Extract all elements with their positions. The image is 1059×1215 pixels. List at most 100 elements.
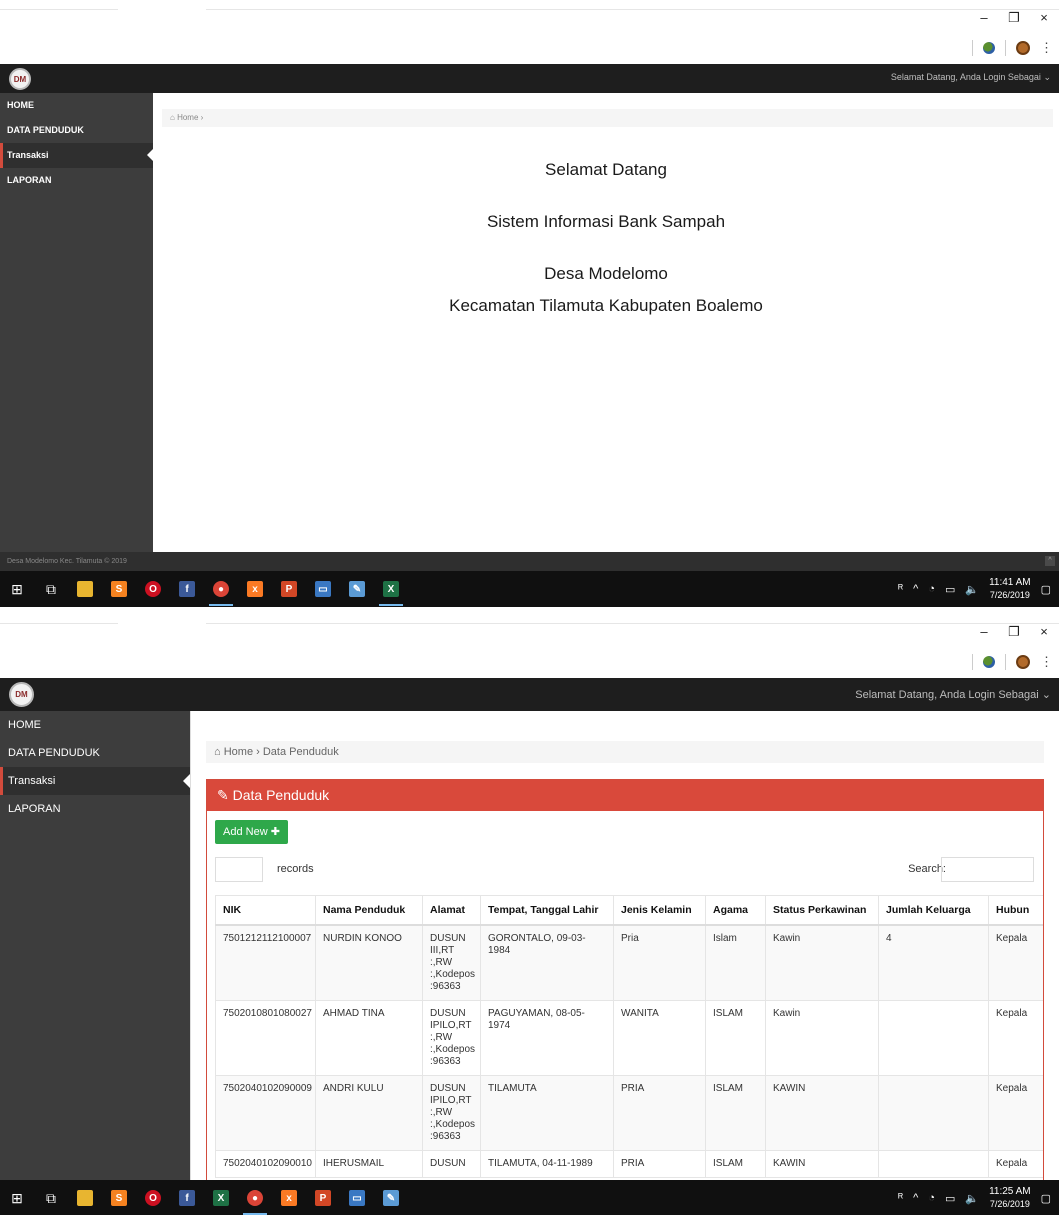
sidebar-item-transaksi[interactable]: Transaksi	[0, 143, 153, 168]
minimize-button[interactable]: –	[969, 624, 999, 640]
notification-icon[interactable]: ▢	[1041, 1192, 1051, 1205]
volume-icon[interactable]: 🔈	[965, 1192, 979, 1205]
chrome-icon[interactable]: ●	[238, 1180, 272, 1215]
scroll-up-icon[interactable]: ^	[1045, 556, 1055, 566]
column-header-status[interactable]: Status Perkawinan	[765, 895, 879, 926]
records-per-page-select[interactable]	[215, 857, 263, 882]
extension-globe-icon[interactable]	[983, 42, 995, 54]
task-view-icon[interactable]: ⧉	[34, 571, 68, 607]
task-view-icon[interactable]: ⧉	[34, 1180, 68, 1215]
facebook-icon[interactable]: f	[170, 571, 204, 607]
sublime-text-icon[interactable]: S	[102, 571, 136, 607]
windows-taskbar: ⊞ ⧉ S O f X ● x P ▭ ✎ ᴿ ^ ◔ ▭ 🔈 11:25 AM…	[0, 1180, 1059, 1215]
opera-icon[interactable]: O	[136, 1180, 170, 1215]
column-header-nik[interactable]: NIK	[215, 895, 316, 926]
extension-bar: ⋮	[972, 40, 1053, 56]
sidebar-item-laporan[interactable]: LAPORAN	[0, 795, 190, 823]
chevron-down-icon: ⌄	[1043, 72, 1051, 82]
file-explorer-icon[interactable]	[68, 1180, 102, 1215]
sidebar-item-laporan[interactable]: LAPORAN	[0, 168, 153, 193]
windows-start-icon[interactable]: ⊞	[0, 1180, 34, 1215]
add-new-button[interactable]: Add New ✚	[215, 820, 288, 844]
sublime-text-icon[interactable]: S	[102, 1180, 136, 1215]
chevron-up-icon[interactable]: ^	[913, 583, 918, 595]
taskbar-clock[interactable]: 11:41 AM 7/26/2019	[989, 577, 1031, 601]
app-blue-icon[interactable]: ▭	[340, 1180, 374, 1215]
xampp-icon[interactable]: x	[238, 571, 272, 607]
column-header-jenis-kelamin[interactable]: Jenis Kelamin	[613, 895, 706, 926]
breadcrumb-home-link[interactable]: Home	[224, 746, 253, 758]
extension-globe-icon[interactable]	[983, 656, 995, 668]
column-header-jumlah-keluarga[interactable]: Jumlah Keluarga	[878, 895, 989, 926]
facebook-icon[interactable]: f	[170, 1180, 204, 1215]
people-icon[interactable]: ᴿ	[898, 583, 903, 595]
breadcrumb-home-link[interactable]: Home	[177, 113, 198, 122]
restore-button[interactable]: ❐	[999, 10, 1029, 26]
table-row[interactable]: 7502040102090009 ANDRI KULU DUSUN IPILO,…	[215, 1075, 1043, 1151]
chrome-icon[interactable]: ●	[204, 571, 238, 607]
table-row[interactable]: 7502040102090010 IHERUSMAIL DUSUN TILAMU…	[215, 1150, 1043, 1178]
browser-menu-icon[interactable]: ⋮	[1040, 40, 1053, 56]
people-icon[interactable]: ᴿ	[898, 1192, 903, 1204]
app-topbar: DM Selamat Datang, Anda Login Sebagai ⌄	[0, 64, 1059, 93]
breadcrumb: ⌂ Home ›	[162, 109, 1053, 127]
paint-icon[interactable]: ✎	[374, 1180, 408, 1215]
welcome-district: Kecamatan Tilamuta Kabupaten Boalemo	[449, 296, 763, 315]
table-row[interactable]: 7501212112100007 NURDIN KONOO DUSUN III,…	[215, 924, 1043, 1001]
cell-hubungan: Kepala	[988, 1075, 1043, 1151]
network-icon[interactable]: ◔	[928, 1192, 935, 1204]
excel-icon[interactable]: X	[374, 571, 408, 607]
file-explorer-icon[interactable]	[68, 571, 102, 607]
search-input[interactable]	[941, 857, 1034, 882]
close-button[interactable]: ×	[1029, 10, 1059, 26]
window-controls: – ❐ ×	[969, 10, 1059, 26]
battery-icon[interactable]: ▭	[945, 1192, 955, 1205]
column-header-agama[interactable]: Agama	[705, 895, 766, 926]
column-header-nama[interactable]: Nama Penduduk	[315, 895, 423, 926]
sidebar-item-data-penduduk[interactable]: DATA PENDUDUK	[0, 118, 153, 143]
column-header-alamat[interactable]: Alamat	[422, 895, 481, 926]
screenshot-home: – ❐ × ⋮ DM Selamat Datang, Anda Login Se…	[0, 0, 1059, 607]
excel-icon[interactable]: X	[204, 1180, 238, 1215]
cell-nik: 7501212112100007	[215, 924, 316, 1001]
cell-agama: ISLAM	[705, 1000, 766, 1076]
cell-status: KAWIN	[765, 1150, 879, 1178]
app-logo[interactable]: DM	[9, 682, 34, 707]
notification-icon[interactable]: ▢	[1041, 583, 1051, 596]
powerpoint-icon[interactable]: P	[272, 571, 306, 607]
restore-button[interactable]: ❐	[999, 624, 1029, 640]
chevron-up-icon[interactable]: ^	[913, 1192, 918, 1204]
column-header-ttl[interactable]: Tempat, Tanggal Lahir	[480, 895, 614, 926]
taskbar-clock[interactable]: 11:25 AM 7/26/2019	[989, 1186, 1031, 1210]
windows-start-icon[interactable]: ⊞	[0, 571, 34, 607]
battery-icon[interactable]: ▭	[945, 583, 955, 596]
volume-icon[interactable]: 🔈	[965, 583, 979, 596]
app-blue-icon[interactable]: ▭	[306, 571, 340, 607]
app-logo[interactable]: DM	[9, 68, 31, 90]
sidebar-item-data-penduduk[interactable]: DATA PENDUDUK	[0, 739, 190, 767]
extension-bar: ⋮	[972, 654, 1053, 670]
app-topbar: DM Selamat Datang, Anda Login Sebagai ⌄	[0, 678, 1059, 711]
close-button[interactable]: ×	[1029, 624, 1059, 640]
paint-icon[interactable]: ✎	[340, 571, 374, 607]
xampp-icon[interactable]: x	[272, 1180, 306, 1215]
user-menu[interactable]: Selamat Datang, Anda Login Sebagai ⌄	[891, 72, 1051, 83]
table-row[interactable]: 7502010801080027 AHMAD TINA DUSUN IPILO,…	[215, 1000, 1043, 1076]
opera-icon[interactable]: O	[136, 571, 170, 607]
browser-menu-icon[interactable]: ⋮	[1040, 654, 1053, 670]
sidebar-item-label: LAPORAN	[8, 803, 61, 815]
sidebar-item-home[interactable]: HOME	[0, 711, 190, 739]
column-header-hubungan[interactable]: Hubun	[988, 895, 1043, 926]
system-tray: ᴿ ^ ◔ ▭ 🔈 11:25 AM 7/26/2019 ▢	[898, 1186, 1059, 1210]
profile-avatar-icon[interactable]	[1016, 41, 1030, 55]
sidebar-item-home[interactable]: HOME	[0, 93, 153, 118]
sidebar-item-label: Transaksi	[8, 775, 56, 787]
sidebar-item-transaksi[interactable]: Transaksi	[0, 767, 190, 795]
minimize-button[interactable]: –	[969, 10, 999, 26]
network-icon[interactable]: ◔	[928, 583, 935, 595]
welcome-heading: Selamat Datang	[545, 160, 667, 179]
user-menu[interactable]: Selamat Datang, Anda Login Sebagai ⌄	[855, 688, 1051, 701]
cell-ttl: GORONTALO, 09-03-1984	[480, 924, 614, 1001]
profile-avatar-icon[interactable]	[1016, 655, 1030, 669]
powerpoint-icon[interactable]: P	[306, 1180, 340, 1215]
